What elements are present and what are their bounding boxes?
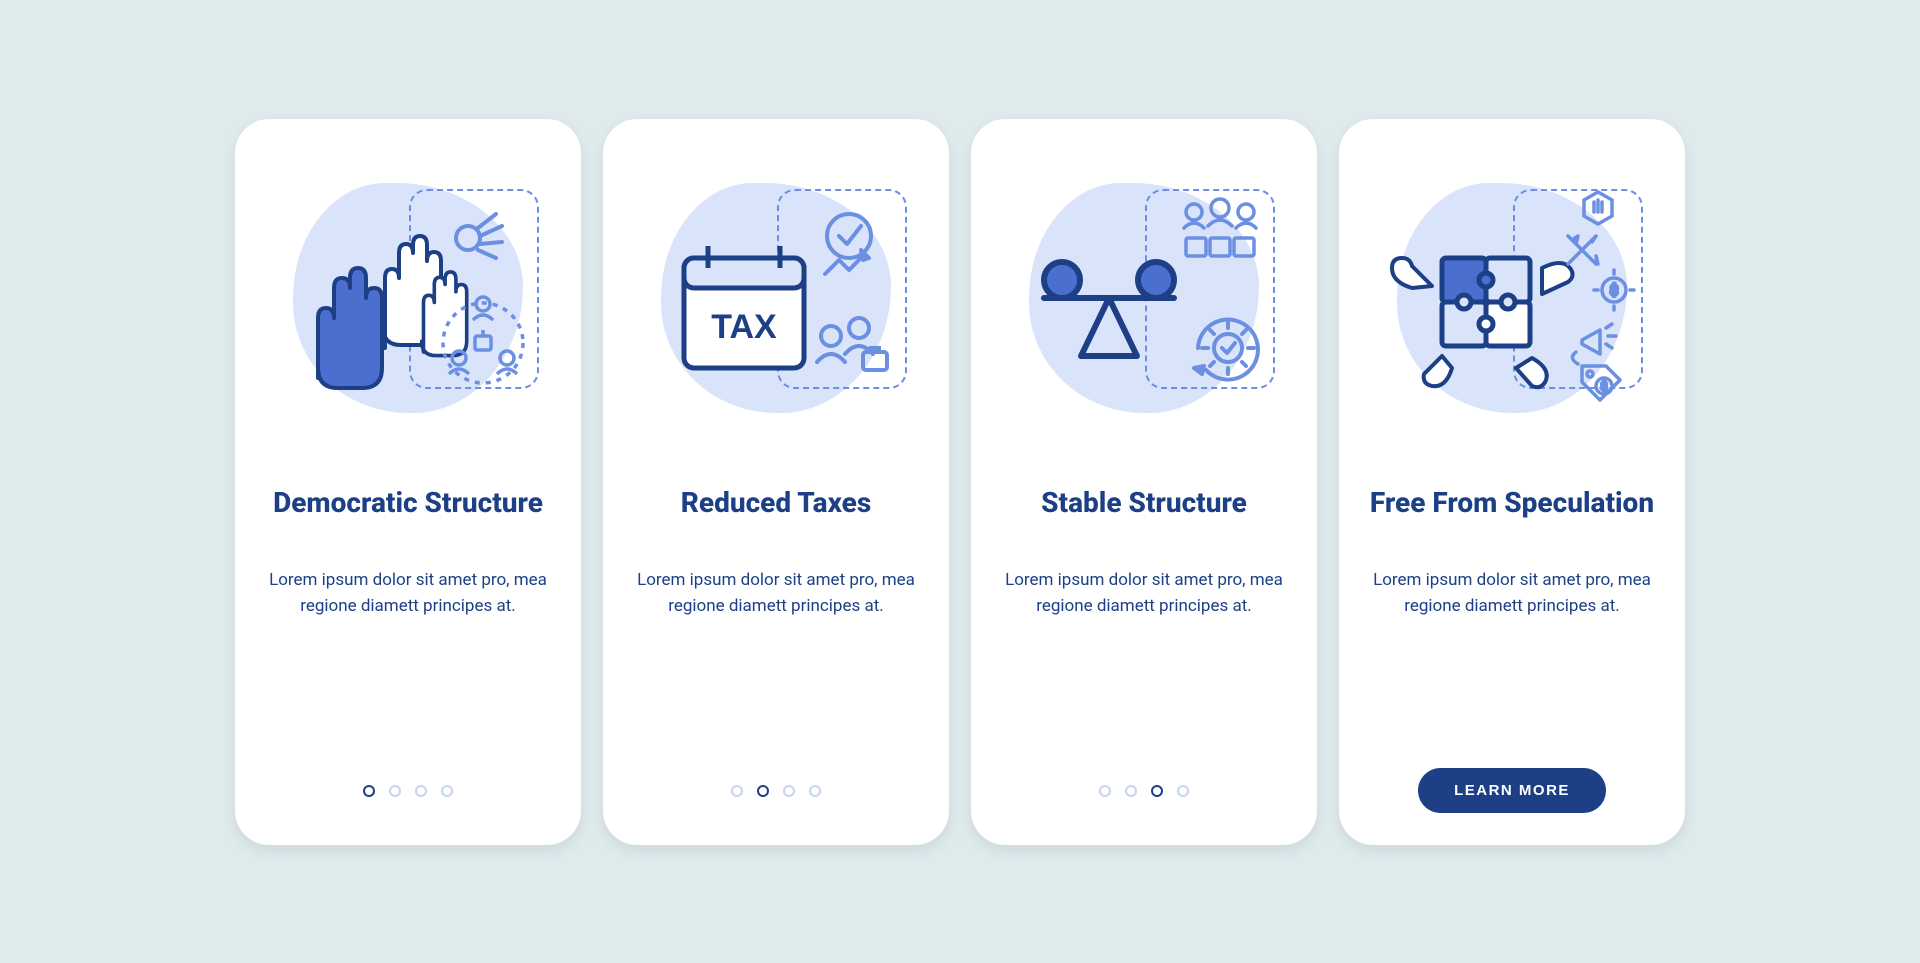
- hands-raised-icon: [263, 153, 553, 443]
- dot-4[interactable]: [809, 785, 821, 797]
- svg-text:TAX: TAX: [711, 308, 777, 346]
- dot-1[interactable]: [731, 785, 743, 797]
- card-description: Lorem ipsum dolor sit amet pro, mea regi…: [1367, 567, 1657, 620]
- card-title: Democratic Structure: [273, 467, 543, 539]
- pagination-dots: [731, 785, 821, 797]
- card-description: Lorem ipsum dolor sit amet pro, mea regi…: [999, 567, 1289, 620]
- dot-1[interactable]: [363, 785, 375, 797]
- svg-text:$: $: [1610, 282, 1618, 299]
- card-description: Lorem ipsum dolor sit amet pro, mea regi…: [631, 567, 921, 620]
- pagination-dots: [363, 785, 453, 797]
- onboarding-card-1: Democratic Structure Lorem ipsum dolor s…: [235, 119, 581, 845]
- dot-3[interactable]: [783, 785, 795, 797]
- onboarding-stage: Democratic Structure Lorem ipsum dolor s…: [195, 79, 1725, 885]
- dot-4[interactable]: [441, 785, 453, 797]
- dot-1[interactable]: [1099, 785, 1111, 797]
- dot-3[interactable]: [415, 785, 427, 797]
- onboarding-card-3: Stable Structure Lorem ipsum dolor sit a…: [971, 119, 1317, 845]
- learn-more-button[interactable]: LEARN MORE: [1418, 768, 1606, 813]
- dot-3[interactable]: [1151, 785, 1163, 797]
- balance-scale-icon: [999, 153, 1289, 443]
- puzzle-hands-icon: $ $: [1367, 153, 1657, 443]
- onboarding-card-4: $ $ Free From Speculati: [1339, 119, 1685, 845]
- dot-2[interactable]: [389, 785, 401, 797]
- onboarding-card-2: TAX Reduced Taxes: [603, 119, 949, 845]
- card-description: Lorem ipsum dolor sit amet pro, mea regi…: [263, 567, 553, 620]
- dot-4[interactable]: [1177, 785, 1189, 797]
- pagination-dots: [1099, 785, 1189, 797]
- svg-text:$: $: [1601, 380, 1607, 393]
- card-title: Reduced Taxes: [681, 467, 871, 539]
- dot-2[interactable]: [1125, 785, 1137, 797]
- tax-calendar-icon: TAX: [631, 153, 921, 443]
- card-title: Free From Speculation: [1370, 467, 1654, 539]
- dot-2[interactable]: [757, 785, 769, 797]
- card-title: Stable Structure: [1041, 467, 1247, 539]
